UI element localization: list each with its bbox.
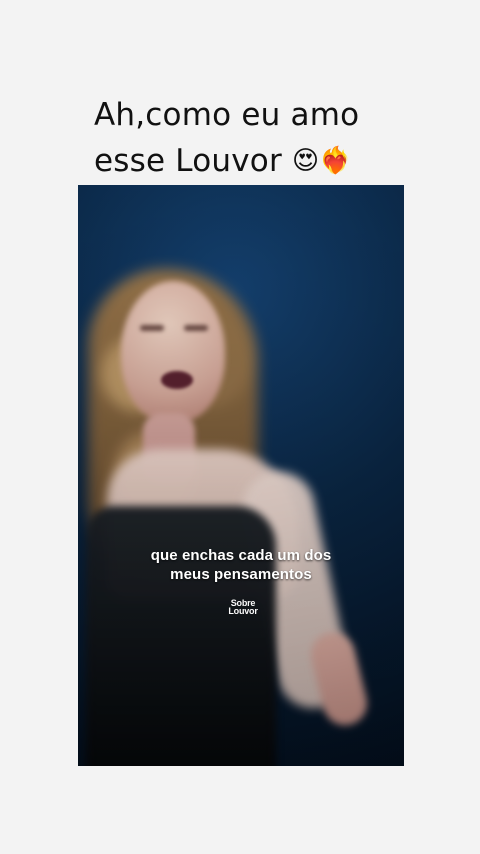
caption-line-2-text: esse Louvor [94,143,282,179]
video-subtitle: que enchas cada um dos meus pensamentos [78,546,404,584]
video-vignette [78,185,404,766]
video-player[interactable]: que enchas cada um dos meus pensamentos … [78,185,404,766]
caption-line-2: esse Louvor 😍❤️‍🔥 [94,138,414,184]
sobre-louvor-watermark: Sobre Louvor [220,599,266,616]
heart-eyes-emoji: 😍 [291,146,320,176]
post-caption: Ah,como eu amo esse Louvor 😍❤️‍🔥 [94,92,414,184]
subtitle-line-2: meus pensamentos [170,566,312,583]
heart-on-fire-emoji: ❤️‍🔥 [319,146,352,176]
social-post-screen: Ah,como eu amo esse Louvor 😍❤️‍🔥 que enc… [0,0,480,854]
caption-line-1: Ah,como eu amo [94,97,360,133]
subtitle-line-1: que enchas cada um dos [150,547,332,564]
watermark-line-2: Louvor [228,606,258,616]
